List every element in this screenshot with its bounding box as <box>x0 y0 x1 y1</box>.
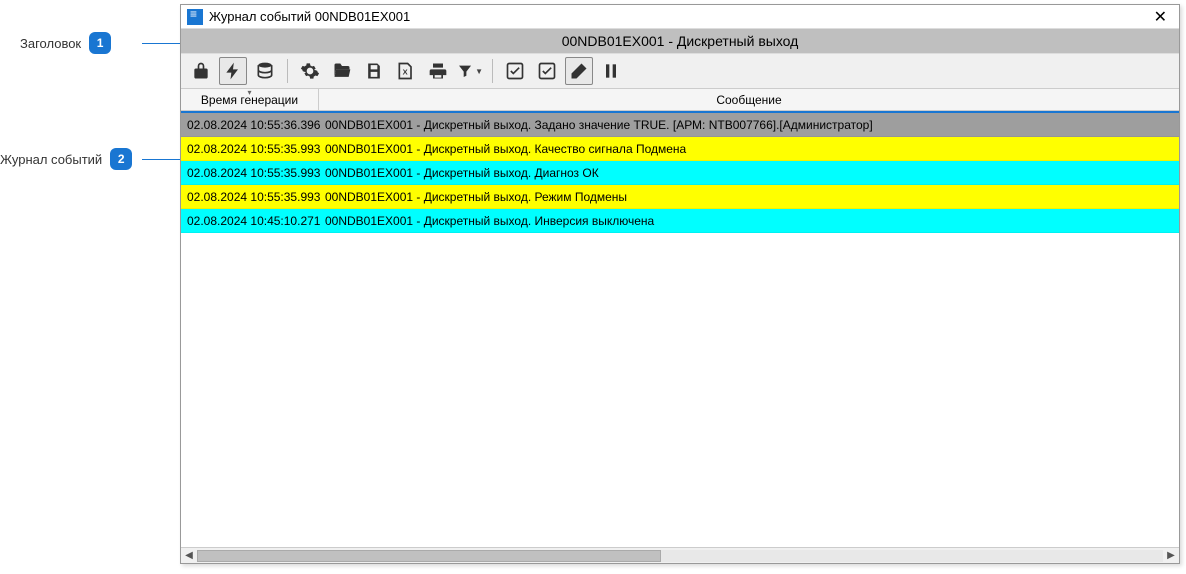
pause-icon[interactable] <box>597 57 625 85</box>
print-icon[interactable] <box>424 57 452 85</box>
cell-time: 02.08.2024 10:55:36.396 <box>181 118 319 132</box>
window-title: Журнал событий 00NDB01EX001 <box>209 9 410 24</box>
folder-open-icon[interactable] <box>328 57 356 85</box>
bolt-icon[interactable] <box>219 57 247 85</box>
scroll-left-icon[interactable]: ◀ <box>181 548 197 564</box>
callout-badge: 1 <box>89 32 111 54</box>
toolbar: X ▼ <box>181 53 1179 89</box>
cell-message: 00NDB01EX001 - Дискретный выход. Режим П… <box>319 190 1179 204</box>
excel-export-icon[interactable]: X <box>392 57 420 85</box>
gear-icon[interactable] <box>296 57 324 85</box>
callout-label: Журнал событий <box>0 152 102 167</box>
column-message-label: Сообщение <box>716 93 781 107</box>
column-message[interactable]: Сообщение <box>319 89 1179 110</box>
eraser-icon[interactable] <box>565 57 593 85</box>
callout-badge: 2 <box>110 148 132 170</box>
close-icon[interactable]: ✕ <box>1148 7 1173 27</box>
callout-label: Заголовок <box>20 36 81 51</box>
table-row[interactable]: 02.08.2024 10:55:36.396 00NDB01EX001 - Д… <box>181 113 1179 137</box>
cell-message: 00NDB01EX001 - Дискретный выход. Инверси… <box>319 214 1179 228</box>
cell-time: 02.08.2024 10:55:35.993 <box>181 190 319 204</box>
event-log-window: Журнал событий 00NDB01EX001 ✕ 00NDB01EX0… <box>180 4 1180 564</box>
cell-time: 02.08.2024 10:55:35.993 <box>181 142 319 156</box>
cell-message: 00NDB01EX001 - Дискретный выход. Диагноз… <box>319 166 1179 180</box>
toolbar-separator <box>287 59 288 83</box>
sort-desc-icon: ▾ <box>247 88 251 97</box>
svg-text:X: X <box>403 67 408 76</box>
table-row[interactable]: 02.08.2024 10:55:35.993 00NDB01EX001 - Д… <box>181 185 1179 209</box>
callout-line <box>142 43 180 44</box>
lock-icon[interactable] <box>187 57 215 85</box>
check-square-icon[interactable] <box>501 57 529 85</box>
cell-time: 02.08.2024 10:45:10.271 <box>181 214 319 228</box>
chevron-down-icon: ▼ <box>475 67 483 76</box>
save-icon[interactable] <box>360 57 388 85</box>
scroll-thumb[interactable] <box>197 550 661 562</box>
toolbar-separator <box>492 59 493 83</box>
horizontal-scrollbar[interactable]: ◀ ▶ <box>181 547 1179 563</box>
cell-message: 00NDB01EX001 - Дискретный выход. Качеств… <box>319 142 1179 156</box>
table-body: 02.08.2024 10:55:36.396 00NDB01EX001 - Д… <box>181 113 1179 547</box>
page-title: 00NDB01EX001 - Дискретный выход <box>562 33 799 49</box>
page-header: 00NDB01EX001 - Дискретный выход <box>181 29 1179 53</box>
cell-message: 00NDB01EX001 - Дискретный выход. Задано … <box>319 118 1179 132</box>
app-icon <box>187 9 203 25</box>
database-icon[interactable] <box>251 57 279 85</box>
table-row[interactable]: 02.08.2024 10:45:10.271 00NDB01EX001 - Д… <box>181 209 1179 233</box>
table-header: ▾ Время генерации Сообщение <box>181 89 1179 111</box>
filter-dropdown[interactable]: ▼ <box>456 57 484 85</box>
check-square-icon-2[interactable] <box>533 57 561 85</box>
table-row[interactable]: 02.08.2024 10:55:35.993 00NDB01EX001 - Д… <box>181 161 1179 185</box>
scroll-track[interactable] <box>197 550 1163 562</box>
table-row[interactable]: 02.08.2024 10:55:35.993 00NDB01EX001 - Д… <box>181 137 1179 161</box>
titlebar: Журнал событий 00NDB01EX001 ✕ <box>181 5 1179 29</box>
callout-line <box>142 159 180 160</box>
cell-time: 02.08.2024 10:55:35.993 <box>181 166 319 180</box>
column-time[interactable]: ▾ Время генерации <box>181 89 319 110</box>
scroll-right-icon[interactable]: ▶ <box>1163 548 1179 564</box>
